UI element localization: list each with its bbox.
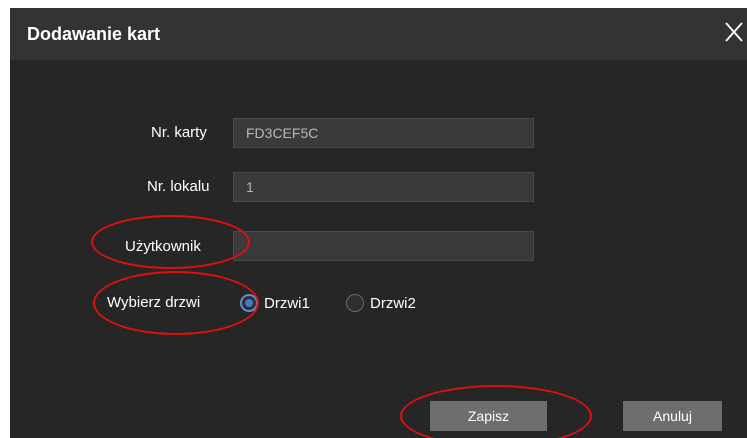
save-button[interactable]: Zapisz (430, 401, 547, 431)
user-field[interactable] (233, 231, 534, 261)
dialog-title: Dodawanie kart (27, 24, 161, 44)
card-number-field[interactable] (233, 118, 534, 148)
close-icon[interactable] (723, 19, 745, 45)
door-option-label: Drzwi2 (370, 294, 416, 312)
door-label: Wybierz drzwi (107, 294, 201, 311)
door-option-drzwi1[interactable]: Drzwi1 (240, 292, 310, 314)
radio-checked-icon[interactable] (240, 294, 258, 312)
door-option-label: Drzwi1 (264, 294, 310, 312)
unit-number-field[interactable] (233, 172, 534, 202)
cancel-button[interactable]: Anuluj (623, 401, 722, 431)
card-number-label: Nr. karty (151, 124, 207, 141)
dialog-titlebar: Dodawanie kart (10, 8, 747, 60)
radio-unchecked-icon[interactable] (346, 294, 364, 312)
unit-number-label: Nr. lokalu (147, 178, 210, 195)
add-card-dialog: Dodawanie kart Nr. karty Nr. lokalu Użyt… (10, 8, 747, 438)
door-option-drzwi2[interactable]: Drzwi2 (346, 292, 416, 314)
user-label: Użytkownik (125, 238, 201, 255)
